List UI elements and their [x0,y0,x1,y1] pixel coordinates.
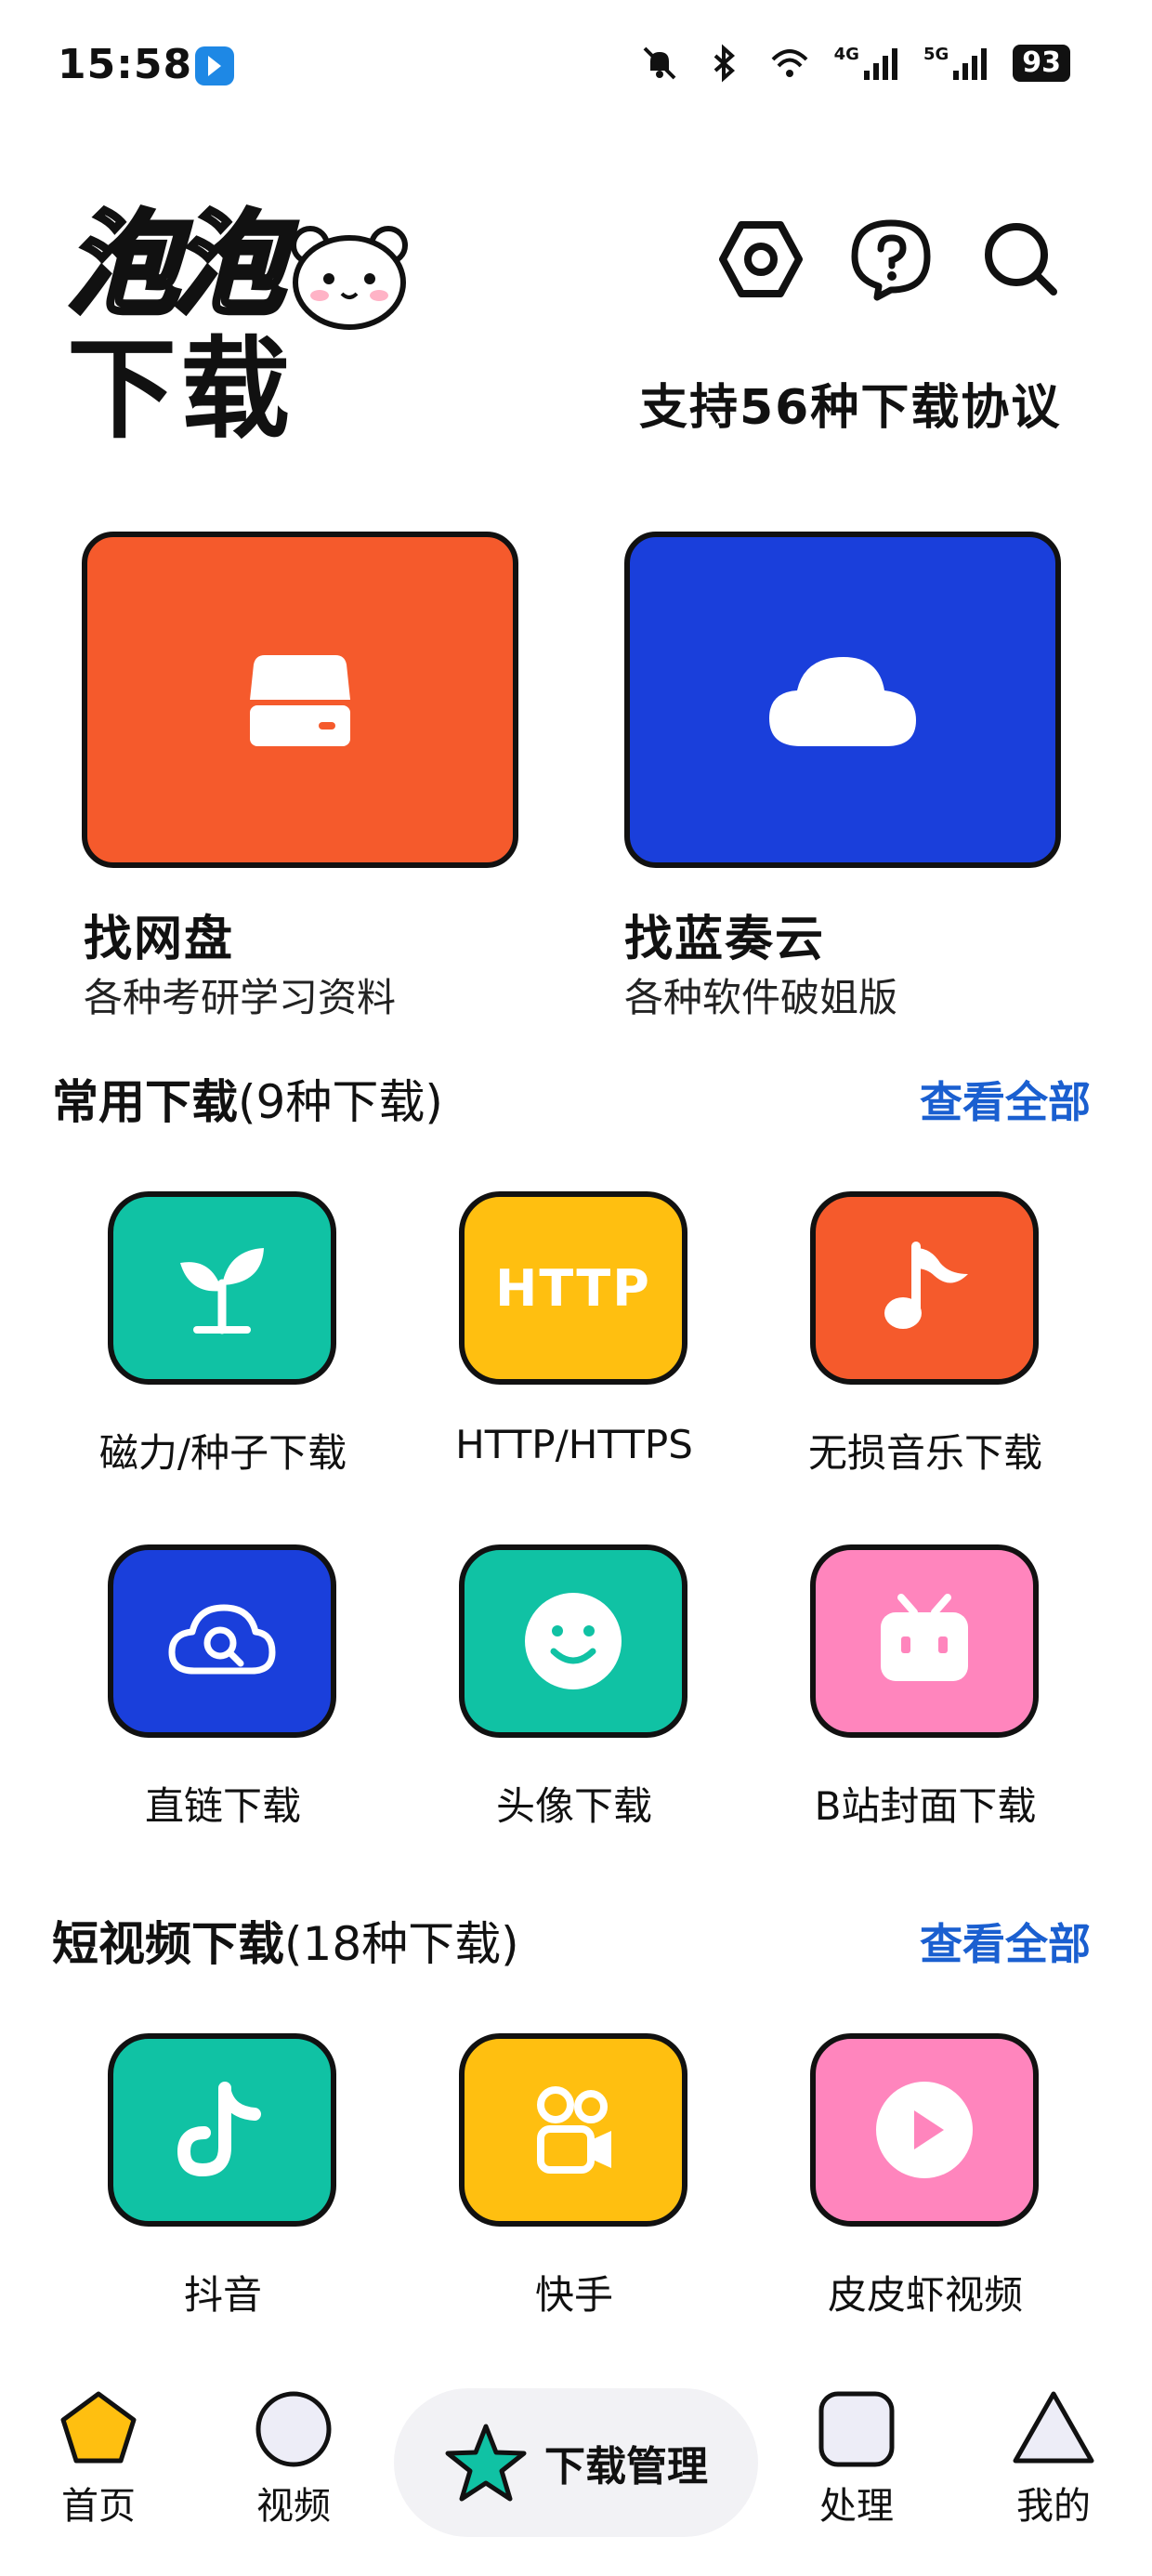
drive-icon [250,655,350,746]
kuaishou-icon [537,2086,611,2174]
bilibili-cover-tile[interactable] [810,1544,1039,1738]
http-download-label: HTTP/HTTPS [455,1422,693,1467]
nav-process[interactable]: 处理 [782,2390,931,2530]
avatar-download-label: 头像下载 [495,1783,652,1829]
magnet-download-label: 磁力/种子下载 [98,1430,347,1476]
signal-bars-icon [953,48,988,80]
sprout-icon [180,1248,264,1334]
avatar-download-tile[interactable] [459,1544,687,1738]
kuaishou-label: 快手 [534,2272,613,2318]
wifi-icon [771,49,808,77]
direct-link-label: 直链下载 [144,1783,301,1829]
network-4g-label: 4G [833,45,859,64]
find-netdisk-subtitle: 各种考研学习资料 [84,975,397,1020]
settings-icon [719,221,803,297]
lossless-music-label: 无损音乐下载 [807,1430,1042,1476]
nav-home[interactable]: 首页 [24,2390,173,2530]
network-5g-label: 5G [923,45,949,64]
find-lanzou-subtitle: 各种软件破姐版 [624,975,898,1020]
battery-level: 93 [1013,45,1070,82]
douyin-icon [177,2082,261,2177]
cloud-search-icon [168,1604,276,1675]
tagline: 支持56种下载协议 [639,380,1062,436]
star-icon [445,2424,527,2502]
circle-icon [255,2391,332,2467]
find-lanzou-title: 找蓝奏云 [624,912,826,967]
nav-mine-label: 我的 [1016,2485,1091,2528]
pentagon-icon [60,2391,137,2464]
common-downloads-heading: 常用下载(9种下载) [52,1065,443,1132]
status-icons: 4G 5G 93 [639,43,1070,84]
music-note-icon [884,1242,968,1329]
triangle-icon [1013,2391,1094,2464]
lossless-music-tile[interactable] [810,1191,1039,1385]
find-netdisk-card[interactable] [82,532,518,868]
nav-home-label: 首页 [61,2485,136,2528]
cloud-icon [769,657,916,746]
play-icon [876,2082,973,2178]
settings-button[interactable] [719,217,803,301]
douyin-label: 抖音 [183,2272,262,2318]
smiley-icon [525,1593,622,1689]
douyin-tile[interactable] [108,2033,336,2227]
bilibili-tv-icon [881,1594,968,1681]
common-see-all-link[interactable]: 查看全部 [920,1069,1091,1130]
pipixia-label: 皮皮虾视频 [827,2272,1023,2318]
short-video-heading: 短视频下载(18种下载) [52,1907,519,1974]
app-title: 下载 [67,325,295,453]
nav-video[interactable]: 视频 [219,2390,368,2530]
search-icon [985,223,1057,296]
search-button[interactable] [979,217,1063,301]
help-button[interactable] [849,217,933,301]
rounded-square-icon [818,2391,895,2467]
http-download-tile[interactable]: HTTP [459,1191,687,1385]
mute-bell-icon [643,46,676,80]
nav-download-manager[interactable]: 下载管理 [394,2388,758,2537]
find-netdisk-title: 找网盘 [84,912,235,967]
nav-mine[interactable]: 我的 [979,2390,1128,2530]
status-time: 15:58 [58,41,193,88]
app-notification-icon [195,46,234,85]
bluetooth-icon [713,44,735,83]
signal-4g: 4G [834,45,899,82]
app-logo-text: 泡泡 [65,201,287,330]
signal-5g: 5G [923,45,988,82]
nav-video-label: 视频 [256,2485,331,2528]
nav-process-label: 处理 [819,2485,894,2528]
bilibili-cover-label: B站封面下载 [814,1783,1037,1829]
find-lanzou-card[interactable] [624,532,1061,868]
common-downloads-title: 常用下载 [52,1075,238,1129]
bear-logo-icon [288,221,411,336]
short-video-see-all-link[interactable]: 查看全部 [920,1911,1091,1972]
short-video-title: 短视频下载 [52,1917,284,1971]
magnet-download-tile[interactable] [108,1191,336,1385]
signal-bars-icon [863,48,897,80]
nav-download-manager-label: 下载管理 [544,2443,708,2491]
http-icon: HTTP [495,1258,651,1318]
direct-link-tile[interactable] [108,1544,336,1738]
pipixia-tile[interactable] [810,2033,1039,2227]
help-icon [851,219,931,301]
short-video-count: (18种下载) [284,1917,519,1971]
kuaishou-tile[interactable] [459,2033,687,2227]
common-downloads-count: (9种下载) [238,1075,443,1129]
